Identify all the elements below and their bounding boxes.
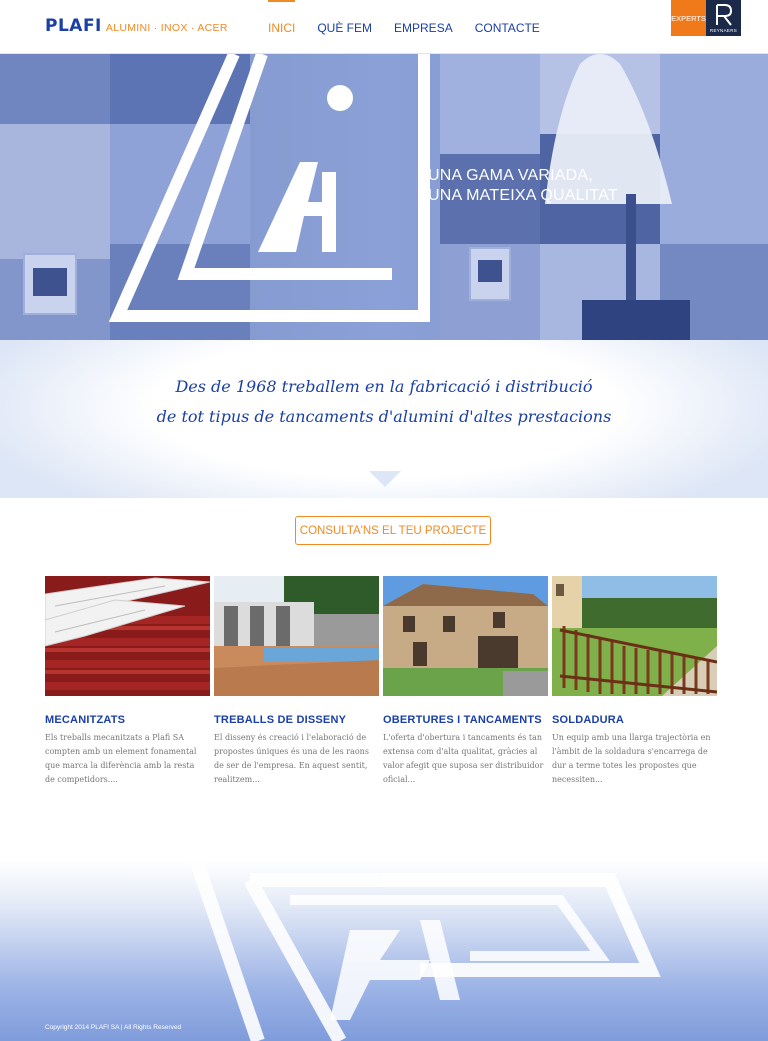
hero-headline-line1: UNA GAMA VARIADA,	[428, 167, 593, 184]
service-card-mecanitzats[interactable]: MECANITZATS Els treballs mecanitzats a P…	[45, 576, 210, 787]
nav-item-contacte[interactable]: CONTACTE	[475, 0, 540, 54]
service-image-mecanitzats[interactable]	[45, 576, 210, 696]
intro-statement: Des de 1968 treballem en la fabricació i…	[0, 372, 768, 432]
service-description: Els treballs mecanitzats a Plafi SA comp…	[45, 733, 197, 784]
reynaers-brand-name: REYNAERS	[709, 28, 738, 33]
service-description: L'oferta d'obertura i tancaments és tan …	[383, 733, 544, 784]
site-header: PLAFI ALUMINI · INOX · ACER INICI QUÈ FE…	[0, 0, 768, 54]
hero-background-image	[0, 54, 768, 340]
hero-headline: UNA GAMA VARIADA, UNA MATEIXA QUALITAT	[428, 166, 618, 206]
service-description: Un equip amb una llarga trajectòria en l…	[552, 733, 711, 784]
reynaers-r-icon	[716, 4, 733, 26]
intro-line1: Des de 1968 treballem en la fabricació i…	[175, 377, 593, 396]
hero-banner: UNA GAMA VARIADA, UNA MATEIXA QUALITAT	[0, 54, 768, 340]
nav-item-inici[interactable]: INICI	[268, 0, 296, 54]
site-footer: Copyright 2014 PLAFI SA | All Rights Res…	[0, 860, 768, 1041]
logo-tagline: ALUMINI · INOX · ACER	[105, 22, 228, 34]
service-title[interactable]: TREBALLS DE DISSENY	[214, 714, 379, 726]
reynaers-logo: REYNAERS	[706, 0, 741, 36]
nav-item-que-fem[interactable]: QUÈ FEM	[317, 0, 372, 54]
logo-wordmark: PLAFI	[45, 16, 102, 36]
service-image-obertures[interactable]	[383, 576, 548, 696]
service-image-soldadura[interactable]	[552, 576, 717, 696]
service-title[interactable]: SOLDADURA	[552, 714, 717, 726]
service-title[interactable]: MECANITZATS	[45, 714, 210, 726]
service-card-obertures[interactable]: OBERTURES I TANCAMENTS L'oferta d'obertu…	[383, 576, 548, 787]
service-card-soldadura[interactable]: SOLDADURA Un equip amb una llarga trajec…	[552, 576, 717, 787]
nav-item-empresa[interactable]: EMPRESA	[394, 0, 453, 54]
hero-headline-line2: UNA MATEIXA QUALITAT	[428, 187, 618, 204]
intro-arrow-pointer	[369, 471, 401, 487]
footer-logo-watermark	[189, 860, 661, 1041]
copyright-text: Copyright 2014 PLAFI SA | All Rights Res…	[45, 1024, 182, 1031]
intro-line2: de tot tipus de tancaments d'alumini d'a…	[156, 407, 612, 426]
intro-band: Des de 1968 treballem en la fabricació i…	[0, 340, 768, 498]
services-grid: MECANITZATS Els treballs mecanitzats a P…	[45, 576, 721, 787]
service-description: El disseny és creació i l'elaboració de …	[214, 733, 369, 784]
contact-project-button[interactable]: CONSULTA'NS EL TEU PROJECTE	[295, 516, 491, 545]
logo[interactable]: PLAFI ALUMINI · INOX · ACER	[45, 16, 228, 36]
experts-label: EXPERTS	[671, 0, 706, 36]
reynaers-experts-badge[interactable]: EXPERTS REYNAERS	[671, 0, 741, 36]
main-nav: INICI QUÈ FEM EMPRESA CONTACTE	[268, 0, 562, 54]
service-image-disseny[interactable]	[214, 576, 379, 696]
service-card-disseny[interactable]: TREBALLS DE DISSENY El disseny és creaci…	[214, 576, 379, 787]
service-title[interactable]: OBERTURES I TANCAMENTS	[383, 714, 548, 726]
